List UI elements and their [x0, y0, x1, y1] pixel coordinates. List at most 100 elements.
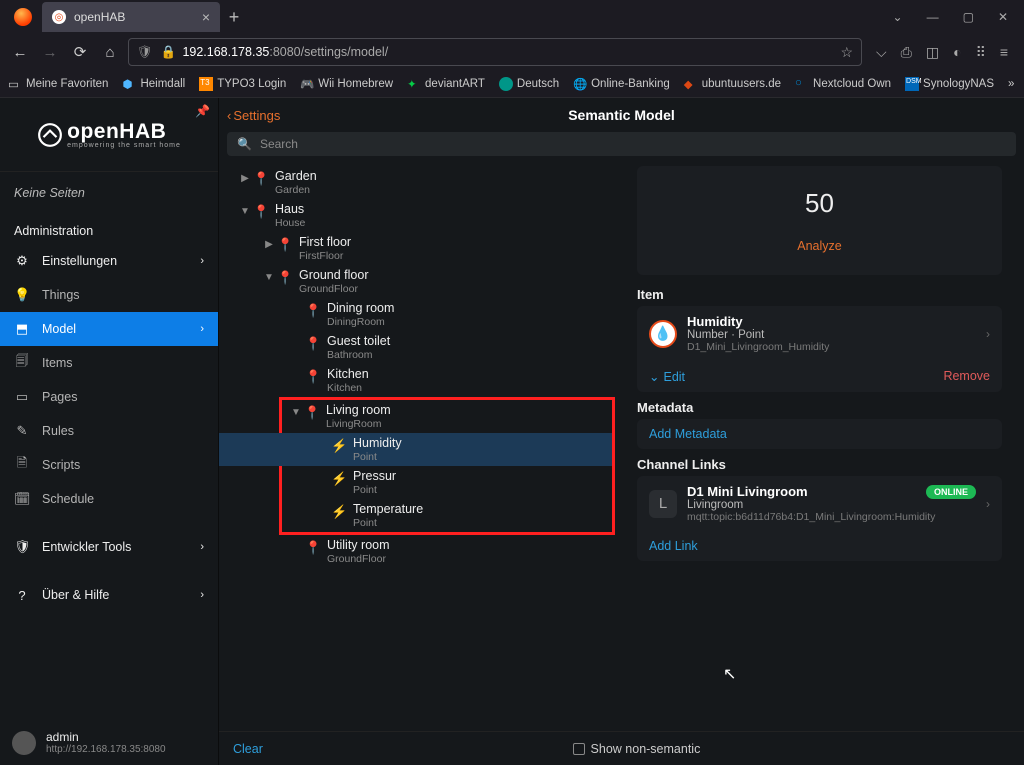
chevron-right-icon: ›	[200, 589, 204, 601]
chevron-down-icon[interactable]: ▼	[237, 206, 253, 217]
bottom-bar: Clear Show non-semantic	[219, 731, 1024, 765]
bookmark-item[interactable]: ○Nextcloud Own	[795, 77, 891, 91]
add-link-link[interactable]: Add Link	[649, 539, 698, 553]
channel-links-header: Channel Links	[637, 457, 1002, 472]
tree-node-haus[interactable]: ▼📍HausHouse	[219, 199, 615, 232]
tree-node-kitchen[interactable]: 📍KitchenKitchen	[219, 364, 615, 397]
tree-node-living[interactable]: ▼📍Living roomLivingRoom	[282, 400, 612, 433]
checkbox-icon[interactable]	[573, 743, 585, 755]
toolbar-icons: ⌵ ⎙ ◫ ◐ ⠿ ≡	[868, 44, 1016, 61]
bookmark-item[interactable]: ⬢Heimdall	[122, 77, 185, 91]
library-icon[interactable]: ⎙	[901, 44, 912, 61]
sidebar-icon[interactable]: ◫	[926, 44, 939, 61]
sidebar-item-scripts[interactable]: 🗎Scripts	[0, 448, 218, 482]
location-icon: 📍	[277, 270, 293, 286]
maximize-icon[interactable]: ▢	[963, 10, 974, 24]
tree-node-dining[interactable]: 📍Dining roomDiningRoom	[219, 298, 615, 331]
item-id: D1_Mini_Livingroom_Humidity	[687, 341, 829, 353]
link-subtitle: Livingroom	[687, 499, 976, 511]
sidebar-item-help[interactable]: ?Über & Hilfe›	[0, 578, 218, 612]
lock-icon: 🔒	[161, 45, 177, 60]
item-row[interactable]: 💧 Humidity Number · Point D1_Mini_Living…	[637, 306, 1002, 361]
status-badge: ONLINE	[926, 485, 976, 499]
channel-link-row[interactable]: L D1 Mini Livingroom ONLINE Livingroom m…	[637, 476, 1002, 531]
pin-icon[interactable]: 📌	[195, 104, 210, 118]
show-non-semantic-toggle[interactable]: Show non-semantic	[573, 742, 701, 756]
bookmark-item[interactable]: DSMSynologyNAS	[905, 77, 994, 91]
pocket-icon[interactable]: ⌵	[876, 44, 887, 61]
no-pages-label: Keine Seiten	[0, 172, 218, 214]
url-input[interactable]: 🛡 🔒 192.168.178.35:8080/settings/model/ …	[128, 38, 862, 66]
chevron-right-icon: ›	[200, 541, 204, 553]
bolt-icon: ⚡	[331, 504, 347, 520]
sidebar-item-model[interactable]: ⬒Model›	[0, 312, 218, 346]
back-icon[interactable]: ←	[8, 44, 32, 61]
brand-name: openHABempowering the smart home	[67, 120, 181, 149]
tree-column: ▶📍GardenGarden ▼📍HausHouse ▶📍First floor…	[219, 162, 615, 731]
chevron-right-icon: ›	[200, 255, 204, 267]
humidity-icon: 💧	[649, 320, 677, 348]
add-metadata-link[interactable]: Add Metadata	[649, 427, 727, 441]
bookmark-item[interactable]: 🌐Online-Banking	[573, 77, 670, 91]
minimize-icon[interactable]: —	[927, 10, 939, 24]
search-input[interactable]: 🔍 Search	[227, 132, 1016, 156]
location-icon: 📍	[304, 405, 320, 421]
tree-node-humidity[interactable]: ⚡HumidityPoint	[219, 433, 612, 466]
location-icon: 📍	[305, 303, 321, 319]
item-subtitle: Number · Point	[687, 329, 829, 341]
chevron-right-icon[interactable]: ▶	[261, 239, 277, 250]
tab-title: openHAB	[74, 10, 125, 24]
chevron-down-icon[interactable]: ▼	[261, 272, 277, 283]
item-title: Humidity	[687, 314, 829, 329]
item-value: 50	[637, 188, 1002, 219]
bookmark-item[interactable]: T3TYPO3 Login	[199, 77, 286, 91]
sidebar-item-pages[interactable]: ▭Pages	[0, 380, 218, 414]
new-tab-button[interactable]: +	[220, 7, 248, 28]
bookmark-item[interactable]: 🎮Wii Homebrew	[300, 77, 393, 91]
tree-node-guest[interactable]: 📍Guest toiletBathroom	[219, 331, 615, 364]
user-footer[interactable]: admin http://192.168.178.35:8080	[0, 720, 218, 765]
home-icon[interactable]: ⌂	[98, 44, 122, 61]
tree-node-garden[interactable]: ▶📍GardenGarden	[219, 166, 615, 199]
sidebar-item-devtools[interactable]: 🛡Entwickler Tools›	[0, 530, 218, 564]
sidebar-item-schedule[interactable]: 🗓Schedule	[0, 482, 218, 516]
bookmark-star-icon[interactable]: ☆	[840, 44, 853, 61]
tree-node-pressur[interactable]: ⚡PressurPoint	[282, 466, 612, 499]
user-host: http://192.168.178.35:8080	[46, 744, 166, 755]
bookmark-item[interactable]: ✦deviantART	[407, 77, 485, 91]
sidebar-item-things[interactable]: 💡Things	[0, 278, 218, 312]
chevron-down-icon[interactable]: ▼	[288, 407, 304, 418]
chevron-right-icon: ›	[986, 497, 990, 511]
close-window-icon[interactable]: ✕	[998, 10, 1008, 24]
url-path: /settings/model/	[301, 45, 389, 59]
menu-icon[interactable]: ≡	[1000, 44, 1008, 61]
account-icon[interactable]: ◐	[953, 44, 961, 61]
reload-icon[interactable]: ⟳	[68, 43, 92, 61]
sidebar-item-rules[interactable]: ✎Rules	[0, 414, 218, 448]
close-icon[interactable]: ×	[202, 9, 210, 25]
brand[interactable]: 📌 openHABempowering the smart home	[0, 98, 218, 172]
bookmark-item[interactable]: ◆ubuntuusers.de	[684, 77, 781, 91]
location-icon: 📍	[305, 336, 321, 352]
forward-icon[interactable]: →	[38, 44, 62, 61]
chevron-down-icon[interactable]: ⌄	[893, 10, 903, 24]
sidebar-item-items[interactable]: 🗐Items	[0, 346, 218, 380]
tree-node-temperature[interactable]: ⚡TemperaturePoint	[282, 499, 612, 532]
remove-link[interactable]: Remove	[943, 369, 990, 384]
avatar	[12, 731, 36, 755]
bookmark-item[interactable]: ▭Meine Favoriten	[8, 77, 108, 91]
tree-node-ground-floor[interactable]: ▼📍Ground floorGroundFloor	[219, 265, 615, 298]
clear-link[interactable]: Clear	[233, 742, 263, 756]
edit-link[interactable]: ⌄Edit	[649, 369, 685, 384]
overflow-icon[interactable]: »	[1008, 78, 1014, 90]
browser-tab[interactable]: ◎ openHAB ×	[42, 2, 220, 32]
tree-node-utility[interactable]: 📍Utility roomGroundFloor	[219, 535, 615, 568]
chevron-right-icon[interactable]: ▶	[237, 173, 253, 184]
sidebar-item-settings[interactable]: ⚙Einstellungen›	[0, 244, 218, 278]
back-link[interactable]: ‹Settings	[227, 108, 280, 123]
analyze-link[interactable]: Analyze	[797, 239, 841, 253]
url-port: :8080	[269, 45, 300, 59]
extensions-icon[interactable]: ⠿	[976, 44, 986, 61]
tree-node-first-floor[interactable]: ▶📍First floorFirstFloor	[219, 232, 615, 265]
bookmark-item[interactable]: Deutsch	[499, 77, 559, 91]
